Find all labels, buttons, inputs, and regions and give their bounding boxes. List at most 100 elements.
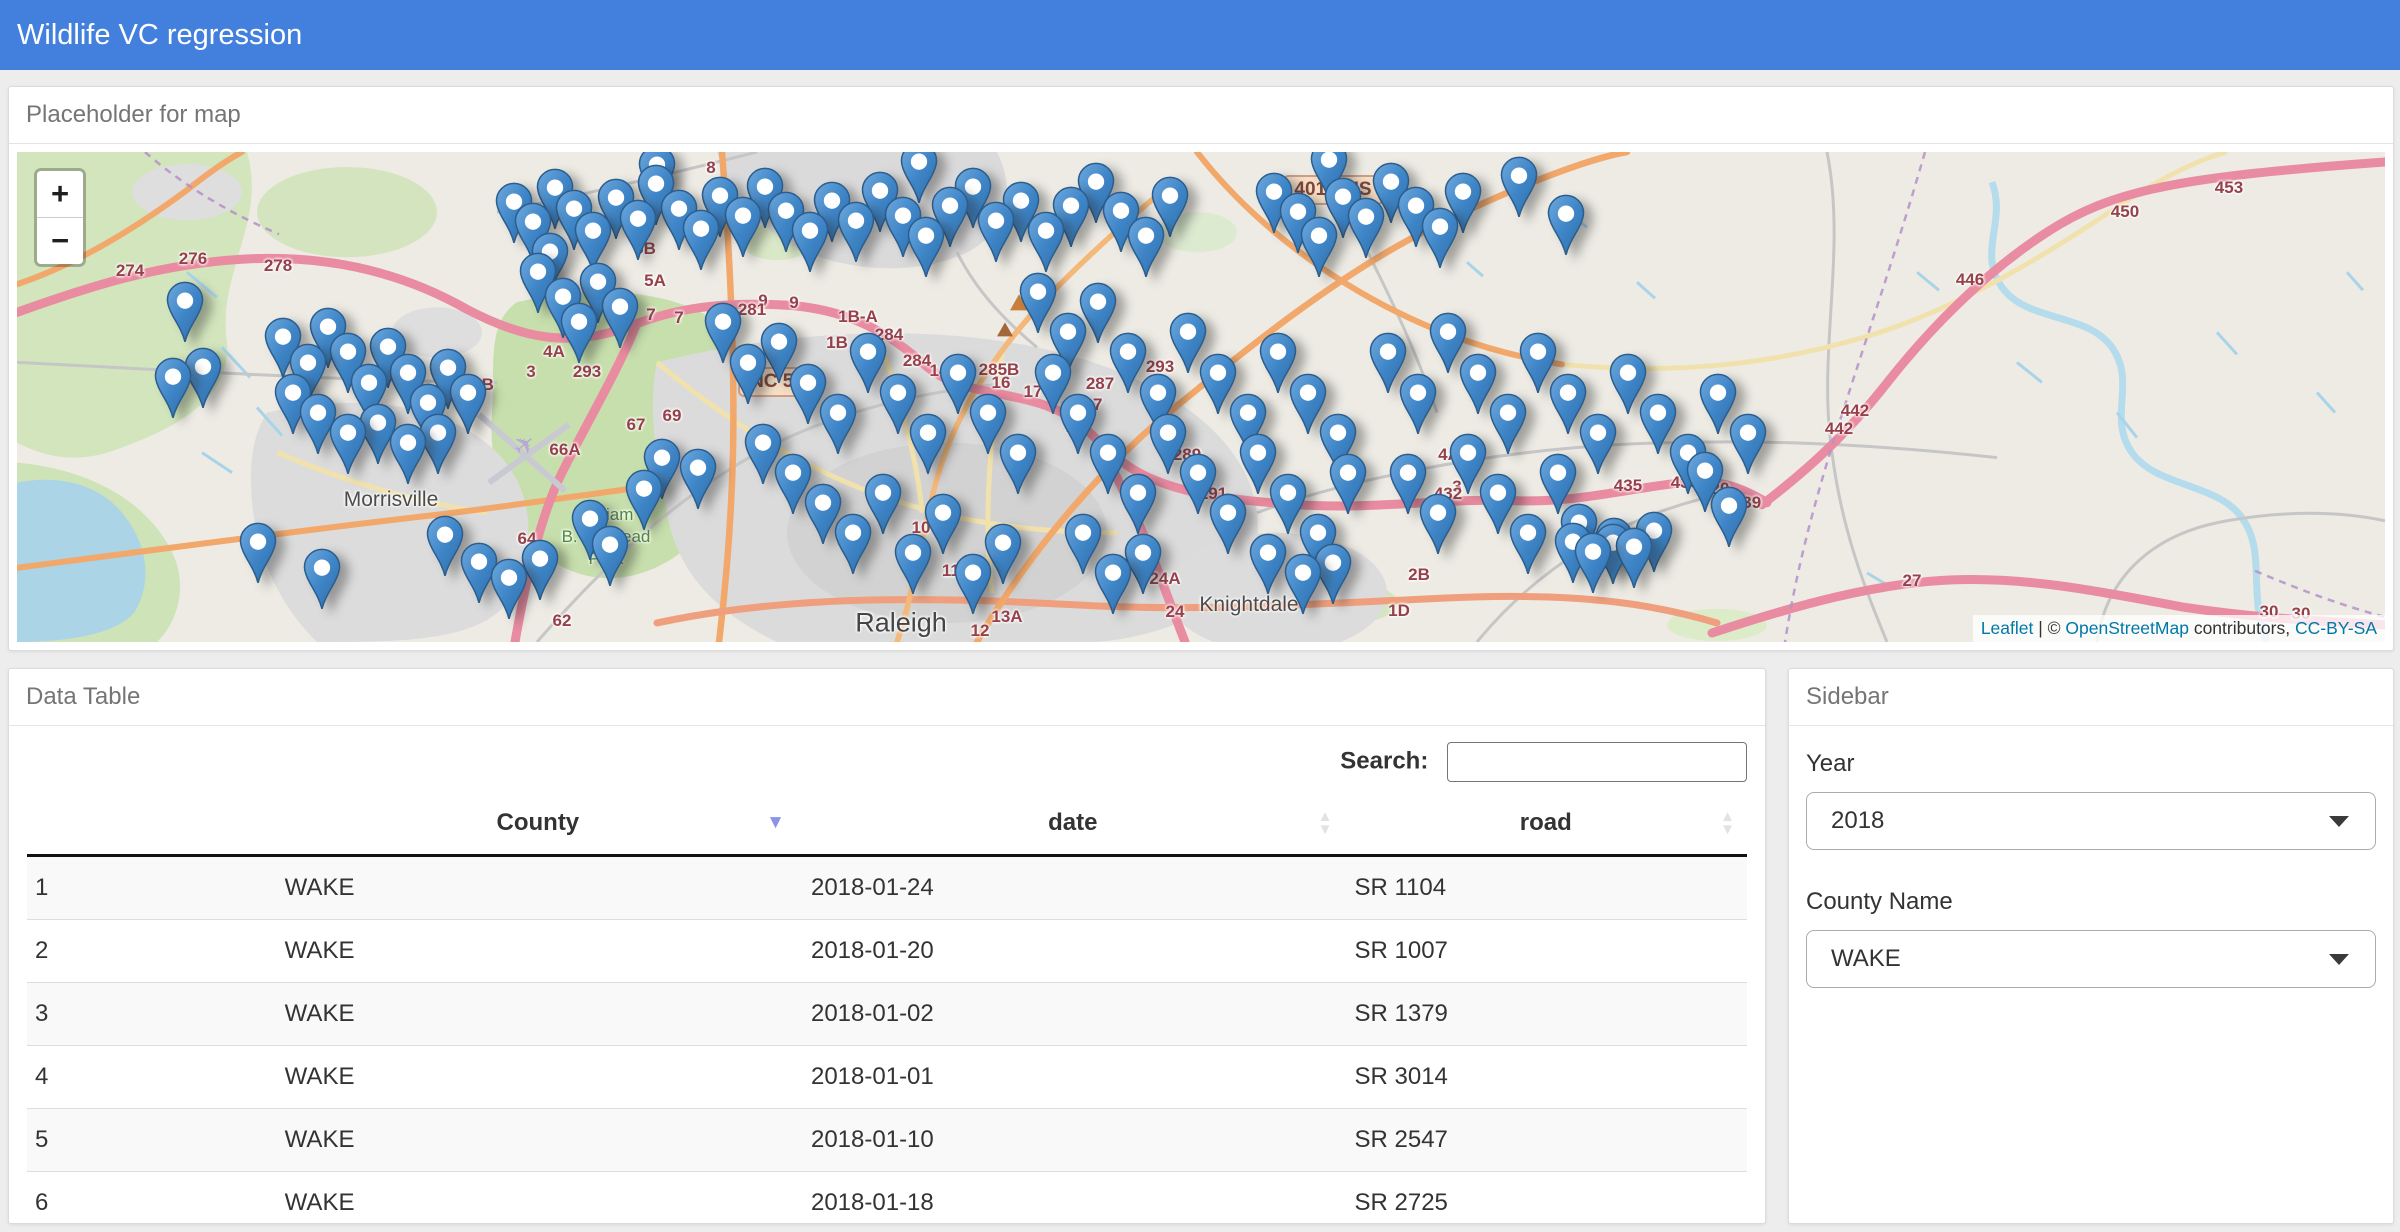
map-marker[interactable]: [1418, 493, 1458, 555]
map-marker[interactable]: [790, 211, 830, 273]
map-marker[interactable]: [489, 558, 529, 620]
map-marker[interactable]: [1508, 513, 1548, 575]
license-link[interactable]: CC-BY-SA: [2295, 618, 2377, 638]
table-cell: 5: [27, 1109, 275, 1172]
sort-both-icon: ▲▼: [1318, 810, 1333, 836]
map-marker[interactable]: [238, 522, 278, 584]
map-marker[interactable]: [1578, 413, 1618, 475]
map-marker[interactable]: [893, 533, 933, 595]
county-select-value: WAKE: [1831, 945, 1901, 973]
map-zoom-control: + −: [34, 168, 86, 267]
map-marker[interactable]: [836, 201, 876, 263]
year-label: Year: [1806, 750, 2376, 778]
map-marker[interactable]: [1573, 532, 1613, 594]
table-cell: SR 1007: [1345, 920, 1748, 983]
map-marker[interactable]: [1709, 486, 1749, 548]
zoom-out-button[interactable]: −: [37, 217, 83, 264]
caret-down-icon: [2329, 954, 2349, 965]
map-marker[interactable]: [681, 209, 721, 271]
map-marker[interactable]: [559, 302, 599, 364]
table-cell: WAKE: [275, 1109, 801, 1172]
data-table: County▼date▲▼road▲▼ 1WAKE2018-01-24SR 11…: [27, 792, 1747, 1224]
map-marker[interactable]: [908, 413, 948, 475]
map-marker[interactable]: [1728, 413, 1768, 475]
map-panel-title: Placeholder for map: [9, 87, 2393, 144]
table-cell: 6: [27, 1172, 275, 1225]
map-marker[interactable]: [818, 393, 858, 455]
map-marker[interactable]: [1420, 207, 1460, 269]
map-marker[interactable]: [1488, 393, 1528, 455]
year-select[interactable]: 2018: [1806, 792, 2376, 850]
map-marker[interactable]: [1328, 453, 1368, 515]
openstreetmap-link[interactable]: OpenStreetMap: [2065, 618, 2189, 638]
table-cell: 4: [27, 1046, 275, 1109]
column-header-county[interactable]: County▼: [275, 792, 801, 856]
map-marker[interactable]: [678, 448, 718, 510]
map-marker[interactable]: [600, 287, 640, 349]
table-row[interactable]: 5WAKE2018-01-10SR 2547: [27, 1109, 1747, 1172]
table-cell: SR 1104: [1345, 856, 1748, 920]
map-marker[interactable]: [728, 343, 768, 405]
table-cell: 2: [27, 920, 275, 983]
sort-both-icon: ▲▼: [1720, 810, 1735, 836]
table-cell: WAKE: [275, 920, 801, 983]
table-cell: WAKE: [275, 1046, 801, 1109]
search-label: Search:: [1340, 747, 1428, 774]
table-cell: 2018-01-02: [801, 983, 1345, 1046]
table-cell: WAKE: [275, 856, 801, 920]
county-select[interactable]: WAKE: [1806, 930, 2376, 988]
table-row[interactable]: 3WAKE2018-01-02SR 1379: [27, 983, 1747, 1046]
map-marker[interactable]: [165, 281, 205, 343]
map-attribution: Leaflet | © OpenStreetMap contributors, …: [1973, 615, 2385, 642]
column-header-date[interactable]: date▲▼: [801, 792, 1345, 856]
map-marker[interactable]: [953, 553, 993, 615]
map-marker[interactable]: [1248, 533, 1288, 595]
map-marker[interactable]: [624, 469, 664, 531]
caret-down-icon: [2329, 816, 2349, 827]
map-marker[interactable]: [328, 413, 368, 475]
app-title: Wildlife VC regression: [0, 0, 2400, 70]
map-marker[interactable]: [1208, 493, 1248, 555]
map-marker[interactable]: [1398, 373, 1438, 435]
map-marker[interactable]: [590, 525, 630, 587]
table-cell: 2018-01-10: [801, 1109, 1345, 1172]
map-marker[interactable]: [906, 216, 946, 278]
map-marker[interactable]: [833, 513, 873, 575]
map-marker[interactable]: [1299, 216, 1339, 278]
sort-desc-icon: ▼: [766, 812, 785, 834]
map-marker[interactable]: [976, 201, 1016, 263]
table-row[interactable]: 1WAKE2018-01-24SR 1104: [27, 856, 1747, 920]
map-marker[interactable]: [723, 196, 763, 258]
map-marker[interactable]: [1093, 553, 1133, 615]
table-cell: 3: [27, 983, 275, 1046]
map-marker[interactable]: [153, 357, 193, 419]
map-marker[interactable]: [388, 423, 428, 485]
map-marker[interactable]: [1126, 216, 1166, 278]
map-marker[interactable]: [1546, 194, 1586, 256]
table-header: County▼date▲▼road▲▼: [27, 792, 1747, 856]
map-marker[interactable]: [1614, 527, 1654, 589]
table-row[interactable]: 4WAKE2018-01-01SR 3014: [27, 1046, 1747, 1109]
map-marker[interactable]: [302, 548, 342, 610]
leaflet-map[interactable]: ✈ 274276278779914161717182934A32B1B-A1B2…: [17, 152, 2385, 642]
leaflet-link[interactable]: Leaflet: [1981, 618, 2034, 638]
year-select-value: 2018: [1831, 807, 1884, 835]
map-marker[interactable]: [1026, 211, 1066, 273]
table-search-row: Search:: [9, 726, 1765, 792]
map-marker[interactable]: [1283, 553, 1323, 615]
column-header-road[interactable]: road▲▼: [1345, 792, 1748, 856]
map-marker[interactable]: [618, 199, 658, 261]
table-row[interactable]: 2WAKE2018-01-20SR 1007: [27, 920, 1747, 983]
map-marker[interactable]: [1346, 197, 1386, 259]
map-marker[interactable]: [1499, 156, 1539, 218]
search-input[interactable]: [1447, 742, 1747, 782]
table-cell: SR 3014: [1345, 1046, 1748, 1109]
sidebar-panel: Sidebar Year 2018 County Name WAKE: [1788, 668, 2394, 1224]
app-header: Wildlife VC regression: [0, 0, 2400, 70]
map-marker[interactable]: [1118, 473, 1158, 535]
table-panel-title: Data Table: [9, 669, 1765, 726]
table-cell: 2018-01-24: [801, 856, 1345, 920]
map-marker[interactable]: [998, 433, 1038, 495]
zoom-in-button[interactable]: +: [37, 171, 83, 217]
table-row[interactable]: 6WAKE2018-01-18SR 2725: [27, 1172, 1747, 1225]
